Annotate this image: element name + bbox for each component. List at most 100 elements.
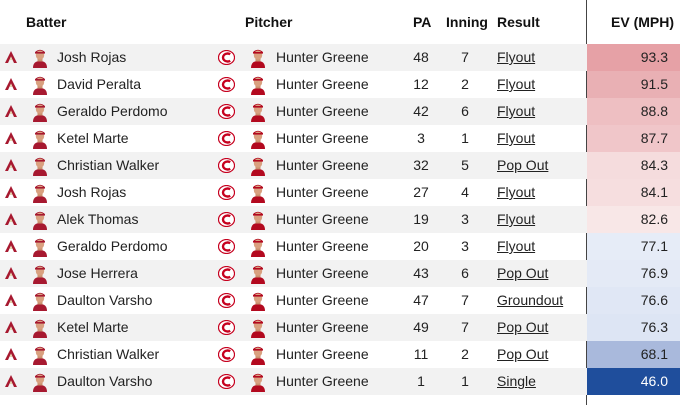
- pa-value: 43: [413, 265, 429, 281]
- table-row[interactable]: Josh Rojas Hunter Greene 48 7 Flyout 93.3: [0, 44, 680, 71]
- result-link[interactable]: Flyout: [497, 206, 535, 233]
- reds-logo-icon: [217, 319, 236, 336]
- batter-name[interactable]: Ketel Marte: [57, 314, 129, 341]
- result-link[interactable]: Pop Out: [497, 314, 548, 341]
- reds-logo-icon: [217, 265, 236, 282]
- pitcher-name[interactable]: Hunter Greene: [276, 179, 369, 206]
- table-row[interactable]: David Peralta Hunter Greene 12 2 Flyout 91.5: [0, 71, 680, 98]
- result-link[interactable]: Flyout: [497, 98, 535, 125]
- reds-logo-icon: [217, 373, 236, 390]
- result-link[interactable]: Pop Out: [497, 260, 548, 287]
- table-row[interactable]: Christian Walker Hunter Greene 32 5 Pop Out 8…: [0, 152, 680, 179]
- result-link[interactable]: Flyout: [497, 44, 535, 71]
- pitcher-name[interactable]: Hunter Greene: [276, 233, 369, 260]
- result-link[interactable]: Pop Out: [497, 152, 548, 179]
- reds-logo-icon: [217, 157, 236, 174]
- diamondbacks-logo-icon: [4, 374, 18, 388]
- diamondbacks-logo-icon: [4, 131, 18, 145]
- inning-value: 7: [461, 292, 469, 308]
- result-link[interactable]: Flyout: [497, 179, 535, 206]
- pa-value: 19: [413, 211, 429, 227]
- pitcher-avatar: [248, 182, 268, 203]
- table-row[interactable]: Ketel Marte Hunter Greene 3 1 Flyout 87.7: [0, 125, 680, 152]
- result-link[interactable]: Single: [497, 368, 536, 395]
- pitcher-name[interactable]: Hunter Greene: [276, 314, 369, 341]
- ev-value: 87.7: [587, 125, 680, 152]
- pitcher-avatar: [248, 371, 268, 392]
- batter-name[interactable]: Alek Thomas: [57, 206, 138, 233]
- table-row[interactable]: Josh Rojas Hunter Greene 27 4 Flyout 84.1: [0, 179, 680, 206]
- batter-name[interactable]: Josh Rojas: [57, 44, 126, 71]
- ev-value: 91.5: [587, 71, 680, 98]
- batter-avatar: [30, 317, 50, 338]
- batter-avatar: [30, 128, 50, 149]
- pitcher-avatar: [248, 74, 268, 95]
- reds-logo-icon: [217, 184, 236, 201]
- pa-value: 32: [413, 157, 429, 173]
- reds-logo-icon: [217, 76, 236, 93]
- table-row[interactable]: Geraldo Perdomo Hunter Greene 20 3 Flyout 77.…: [0, 233, 680, 260]
- batter-name[interactable]: Geraldo Perdomo: [57, 233, 168, 260]
- diamondbacks-logo-icon: [4, 104, 18, 118]
- pa-value: 1: [417, 373, 425, 389]
- pitcher-avatar: [248, 209, 268, 230]
- inning-value: 1: [461, 373, 469, 389]
- reds-logo-icon: [217, 103, 236, 120]
- result-link[interactable]: Flyout: [497, 233, 535, 260]
- header-pitcher[interactable]: Pitcher: [245, 14, 292, 30]
- diamondbacks-logo-icon: [4, 77, 18, 91]
- batter-name[interactable]: Ketel Marte: [57, 125, 129, 152]
- ev-value: 76.9: [587, 260, 680, 287]
- batter-name[interactable]: Josh Rojas: [57, 179, 126, 206]
- batter-avatar: [30, 155, 50, 176]
- batter-avatar: [30, 47, 50, 68]
- batter-name[interactable]: Jose Herrera: [57, 260, 138, 287]
- table-row[interactable]: Christian Walker Hunter Greene 11 2 Pop Out 6…: [0, 341, 680, 368]
- reds-logo-icon: [217, 346, 236, 363]
- diamondbacks-logo-icon: [4, 212, 18, 226]
- batter-name[interactable]: Daulton Varsho: [57, 368, 152, 395]
- pa-value: 48: [413, 49, 429, 65]
- ev-value: 76.6: [587, 287, 680, 314]
- table-row[interactable]: Ketel Marte Hunter Greene 49 7 Pop Out 76.3: [0, 314, 680, 341]
- table-row[interactable]: Jose Herrera Hunter Greene 43 6 Pop Out 76.9: [0, 260, 680, 287]
- header-result[interactable]: Result: [497, 14, 540, 30]
- ev-value: 84.3: [587, 152, 680, 179]
- batter-name[interactable]: Christian Walker: [57, 152, 159, 179]
- pitcher-name[interactable]: Hunter Greene: [276, 341, 369, 368]
- reds-logo-icon: [217, 238, 236, 255]
- diamondbacks-logo-icon: [4, 266, 18, 280]
- inning-value: 5: [461, 157, 469, 173]
- table-row[interactable]: Daulton Varsho Hunter Greene 1 1 Single 46.0: [0, 368, 680, 395]
- result-link[interactable]: Flyout: [497, 125, 535, 152]
- diamondbacks-logo-icon: [4, 185, 18, 199]
- pitcher-name[interactable]: Hunter Greene: [276, 152, 369, 179]
- batter-name[interactable]: David Peralta: [57, 71, 141, 98]
- ev-value: 82.6: [587, 206, 680, 233]
- pitcher-name[interactable]: Hunter Greene: [276, 260, 369, 287]
- pitcher-name[interactable]: Hunter Greene: [276, 71, 369, 98]
- pa-value: 3: [417, 130, 425, 146]
- result-link[interactable]: Groundout: [497, 287, 563, 314]
- inning-value: 6: [461, 265, 469, 281]
- pitcher-name[interactable]: Hunter Greene: [276, 98, 369, 125]
- batter-avatar: [30, 74, 50, 95]
- batter-name[interactable]: Christian Walker: [57, 341, 159, 368]
- result-link[interactable]: Pop Out: [497, 341, 548, 368]
- header-inning[interactable]: Inning: [446, 14, 488, 30]
- reds-logo-icon: [217, 211, 236, 228]
- inning-value: 2: [461, 346, 469, 362]
- batter-name[interactable]: Daulton Varsho: [57, 287, 152, 314]
- table-row[interactable]: Geraldo Perdomo Hunter Greene 42 6 Flyout 88.…: [0, 98, 680, 125]
- result-link[interactable]: Flyout: [497, 71, 535, 98]
- table-row[interactable]: Daulton Varsho Hunter Greene 47 7 Groundout 7…: [0, 287, 680, 314]
- header-pa[interactable]: PA: [413, 14, 431, 30]
- header-batter[interactable]: Batter: [26, 14, 66, 30]
- table-row[interactable]: Alek Thomas Hunter Greene 19 3 Flyout 82.6: [0, 206, 680, 233]
- batter-name[interactable]: Geraldo Perdomo: [57, 98, 168, 125]
- pitcher-name[interactable]: Hunter Greene: [276, 206, 369, 233]
- pitcher-name[interactable]: Hunter Greene: [276, 44, 369, 71]
- pitcher-name[interactable]: Hunter Greene: [276, 125, 369, 152]
- pitcher-name[interactable]: Hunter Greene: [276, 287, 369, 314]
- pitcher-name[interactable]: Hunter Greene: [276, 368, 369, 395]
